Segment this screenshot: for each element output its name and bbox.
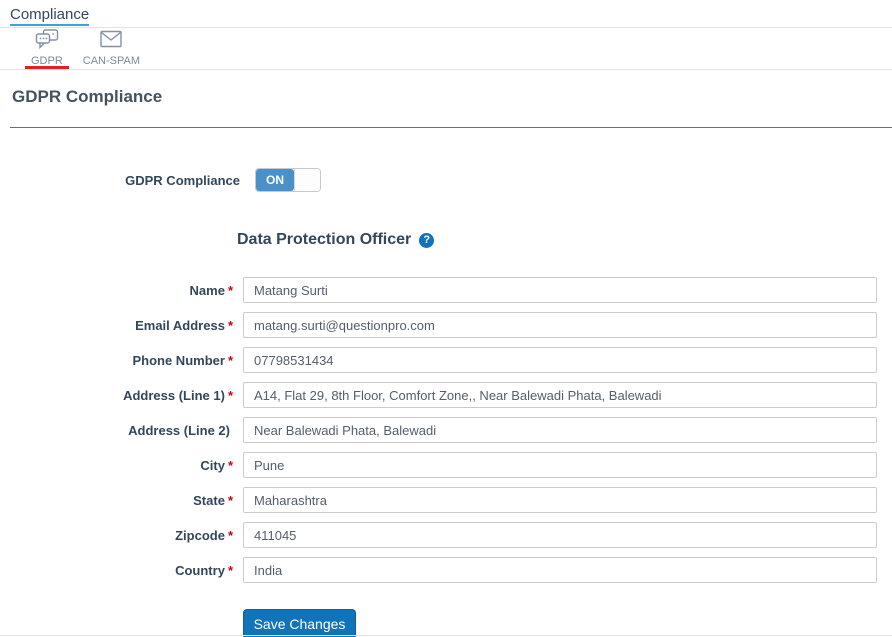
field-label: City — [200, 457, 225, 473]
field-label: State — [193, 492, 225, 508]
page-title: GDPR Compliance — [12, 87, 163, 106]
help-icon[interactable]: ? — [419, 232, 435, 248]
tab-can-spam-label: CAN-SPAM — [82, 55, 141, 67]
section-title: Data Protection Officer — [237, 231, 412, 248]
field-input-city[interactable] — [243, 452, 877, 478]
save-changes-button[interactable]: Save Changes — [243, 609, 356, 637]
field-label: Address (Line 1) — [123, 387, 225, 403]
field-label: Address (Line 2) — [128, 422, 230, 438]
field-label: Country — [175, 562, 225, 578]
tab-gdpr[interactable]: GDPR — [25, 28, 69, 69]
field-label: Phone Number — [132, 352, 225, 368]
tab-can-spam[interactable]: CAN-SPAM — [77, 28, 146, 69]
tab-bar: GDPR CAN-SPAM — [0, 28, 892, 70]
field-input-name[interactable] — [243, 277, 877, 303]
required-asterisk: * — [227, 457, 233, 473]
toggle-on-label: ON — [256, 169, 294, 191]
form-row: Phone Number * — [0, 347, 892, 373]
title-divider — [10, 127, 892, 128]
toggle-knob — [294, 169, 320, 191]
field-input-address-line-1[interactable] — [243, 382, 877, 408]
field-label: Zipcode — [175, 527, 225, 543]
form-row: Name * — [0, 277, 892, 303]
field-input-state[interactable] — [243, 487, 877, 513]
required-asterisk: * — [227, 282, 233, 298]
required-asterisk: * — [227, 492, 233, 508]
form-row: Address (Line 2) — [0, 417, 892, 443]
tab-gdpr-label: GDPR — [31, 55, 63, 67]
required-asterisk: * — [227, 562, 233, 578]
gdpr-compliance-toggle[interactable]: ON — [255, 168, 321, 192]
required-asterisk: * — [227, 387, 233, 403]
section-heading: Data Protection Officer ? — [237, 231, 892, 249]
field-label: Name — [189, 282, 225, 298]
dpo-form: Name* Email Address* Phone Number* Addre… — [0, 277, 892, 637]
field-input-phone-number[interactable] — [243, 347, 877, 373]
field-input-country[interactable] — [243, 557, 877, 583]
field-label: Email Address — [135, 317, 225, 333]
required-asterisk: * — [227, 352, 233, 368]
breadcrumb-compliance-link[interactable]: Compliance — [10, 6, 90, 26]
breadcrumb-bar: Compliance — [0, 0, 892, 28]
required-asterisk: * — [227, 527, 233, 543]
form-row: City * — [0, 452, 892, 478]
gdpr-chat-bubbles-icon — [35, 29, 59, 52]
form-row: Address (Line 1) * — [0, 382, 892, 408]
form-row: Email Address * — [0, 312, 892, 338]
gdpr-toggle-row: GDPR Compliance ON — [0, 168, 892, 192]
field-input-email-address[interactable] — [243, 312, 877, 338]
gdpr-toggle-label: GDPR Compliance — [125, 172, 240, 188]
envelope-icon — [99, 29, 123, 52]
bottom-divider — [0, 635, 892, 636]
field-input-address-line-2[interactable] — [243, 417, 877, 443]
form-row: Zipcode * — [0, 522, 892, 548]
required-asterisk: * — [227, 317, 233, 333]
form-rows: Name* Email Address* Phone Number* Addre… — [0, 277, 892, 583]
form-row: Country * — [0, 557, 892, 583]
form-row: State * — [0, 487, 892, 513]
field-input-zipcode[interactable] — [243, 522, 877, 548]
